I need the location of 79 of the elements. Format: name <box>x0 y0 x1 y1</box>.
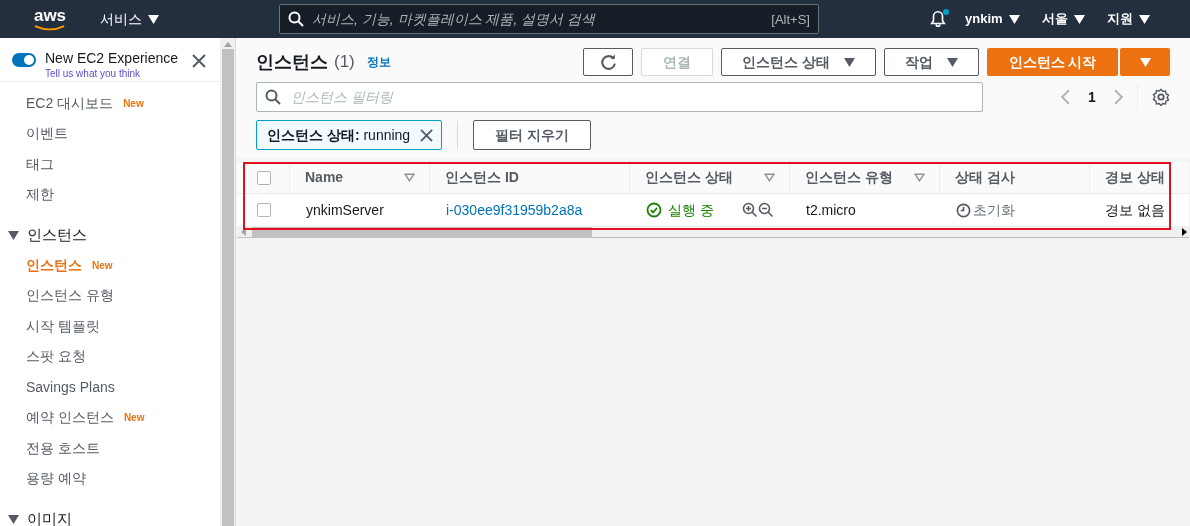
launch-menu-button[interactable] <box>1120 48 1170 76</box>
next-page-icon <box>1113 89 1123 105</box>
services-menu[interactable]: 서비스 <box>100 8 159 30</box>
refresh-icon <box>599 53 617 71</box>
region-menu[interactable]: 서울 <box>1041 9 1085 29</box>
new-label: New <box>123 96 144 111</box>
caret-icon <box>148 14 159 24</box>
caret-icon <box>1008 14 1020 24</box>
table-cell-text: ynkimServer <box>306 200 384 220</box>
new-label: New <box>92 258 113 273</box>
sidebar-item[interactable]: 스팟 요청 <box>26 346 86 368</box>
caret-icon <box>947 57 958 67</box>
sidebar-item[interactable]: 용량 예약 <box>26 468 86 490</box>
sidebar-item[interactable]: 예약 인스턴스 <box>26 407 114 429</box>
zoom-in-icon <box>741 202 758 218</box>
clear-filters-button[interactable]: 필터 지우기 <box>473 120 592 150</box>
check-circle-icon <box>646 202 662 218</box>
scroll-up-icon <box>223 42 232 47</box>
clock-icon <box>956 202 971 218</box>
previous-page-icon <box>1061 89 1070 105</box>
sidebar-item[interactable]: 태그 <box>26 153 54 175</box>
scrollbar-thumb[interactable] <box>221 49 234 526</box>
sidebar-item[interactable]: 제한 <box>26 184 54 206</box>
info-link[interactable]: 정보 <box>366 53 391 71</box>
page-number[interactable]: 1 <box>1088 86 1096 108</box>
toggle-switch[interactable] <box>12 53 36 67</box>
filter-field[interactable]: 인스턴스 필터링 <box>256 82 983 112</box>
caret-icon <box>844 57 855 67</box>
caret-icon <box>8 514 19 524</box>
search-icon <box>288 11 304 27</box>
filter-token[interactable]: 인스턴스 상태: running <box>256 120 443 150</box>
column-header[interactable]: 인스턴스 유형 <box>805 167 893 188</box>
refresh-button[interactable] <box>583 48 634 76</box>
close-icon <box>420 128 434 142</box>
sidebar-item[interactable]: 전용 호스트 <box>26 437 100 459</box>
toggle-label: New EC2 Experience <box>45 50 179 67</box>
shortcut-hint: [Alt+S] <box>771 11 810 29</box>
sidebar-item[interactable]: EC2 대시보드 <box>26 92 114 114</box>
user-menu[interactable]: ynkim <box>965 9 1020 29</box>
dropdown-button[interactable]: 작업 <box>884 48 979 76</box>
smile-icon <box>33 25 67 31</box>
zoom-out-icon <box>757 202 774 218</box>
sidebar-item[interactable]: 이벤트 <box>26 123 68 145</box>
caret-icon <box>1073 14 1085 24</box>
checkbox[interactable] <box>257 203 271 217</box>
section-header[interactable]: 이미지 <box>0 504 220 526</box>
instance-id-link[interactable]: i-030ee9f31959b2a8a <box>446 199 583 221</box>
new-label: New <box>123 411 145 426</box>
sidebar-item[interactable]: 인스턴스 유형 <box>26 285 114 307</box>
caret-icon <box>1138 14 1150 24</box>
page-title: 인스턴스 <box>256 50 328 74</box>
section-header[interactable]: 인스턴스 <box>0 220 220 250</box>
filter-token-label: 인스턴스 상태: running <box>267 125 411 145</box>
dropdown-button[interactable]: 인스턴스 상태 <box>721 48 876 76</box>
scroll-left-icon <box>241 227 246 236</box>
settings-icon <box>1151 88 1170 106</box>
caret-icon <box>1139 57 1151 67</box>
checkbox[interactable] <box>257 170 271 185</box>
scroll-right-icon <box>1182 227 1187 236</box>
sidebar-item[interactable]: Savings Plans <box>26 376 115 398</box>
instance-count: (1) <box>334 51 355 74</box>
column-header[interactable]: 인스턴스 ID <box>445 167 519 188</box>
scrollbar-thumb[interactable] <box>252 226 592 237</box>
column-header[interactable]: 상태 검사 <box>955 167 1015 188</box>
table-cell-text: t2.micro <box>806 200 856 220</box>
column-header[interactable]: 경보 상태 <box>1105 167 1165 188</box>
support-menu[interactable]: 지원 <box>1106 9 1150 29</box>
column-header[interactable]: 인스턴스 상태 <box>645 167 733 188</box>
caret-icon <box>8 230 19 240</box>
feedback-link[interactable]: Tell us what you think <box>45 67 141 81</box>
bell-icon <box>929 10 947 28</box>
status-text: 초기화 <box>973 200 1015 220</box>
sidebar-item[interactable]: 시작 템플릿 <box>26 315 100 337</box>
aws-logo[interactable]: aws <box>32 7 68 31</box>
search-icon <box>265 89 281 105</box>
status-text: 실행 중 <box>668 200 714 220</box>
close-icon <box>192 54 207 68</box>
table-cell-text: 경보 없음 <box>1105 200 1165 220</box>
column-header[interactable]: Name <box>305 167 344 188</box>
